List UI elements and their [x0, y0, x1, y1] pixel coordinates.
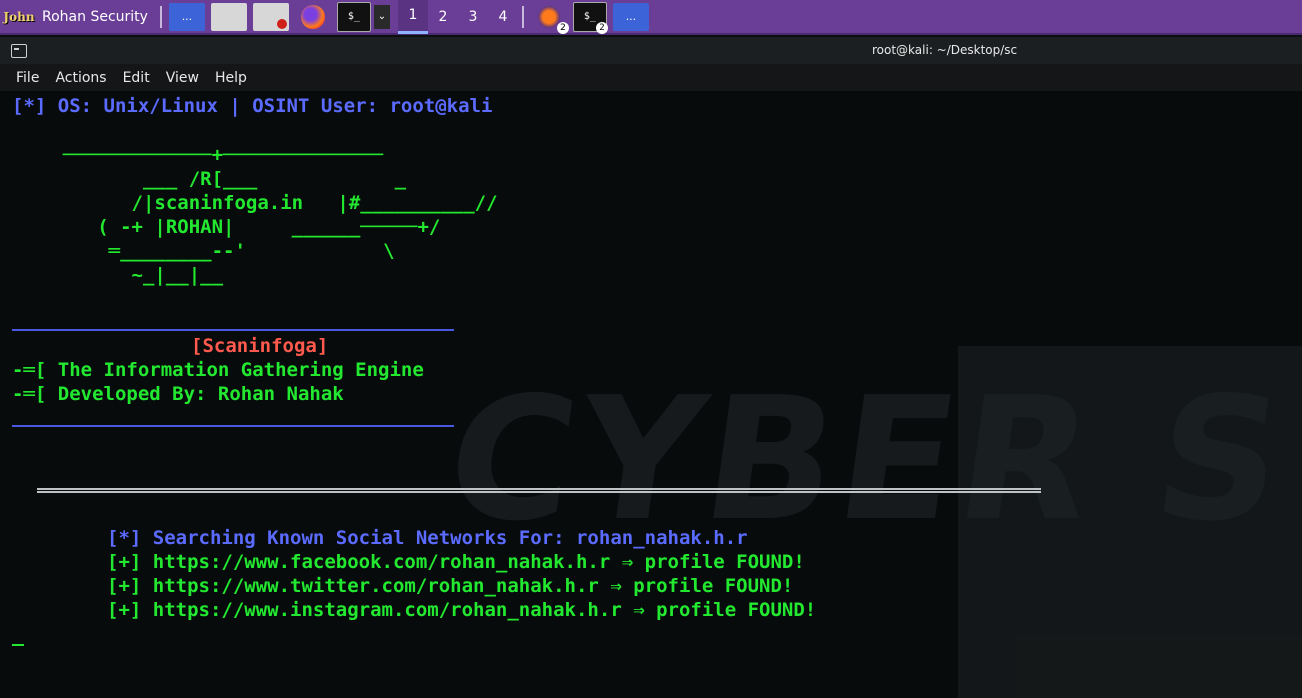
terminal-output[interactable]: CYBER S [*] OS: Unix/Linux | OSINT User:… [0, 91, 1302, 698]
task-window-button[interactable]: ... [612, 2, 649, 31]
taskbar-separator [159, 5, 162, 28]
show-desktop-label: ... [181, 10, 193, 23]
banner-title: [Scaninfoga] [191, 335, 329, 357]
window-titlebar[interactable]: root@kali: ~/Desktop/sc [0, 37, 1302, 65]
workspace-1[interactable]: 1 [397, 0, 428, 34]
menu-bar: File Actions Edit View Help [0, 64, 1302, 91]
firefox-icon[interactable] [295, 3, 331, 31]
background-window [958, 346, 1302, 698]
terminal-glyph: $_ [583, 11, 596, 22]
ascii-art-line: ═________--' \ [40, 240, 395, 262]
chevron-down-icon[interactable]: ⌄ [373, 4, 390, 29]
ascii-art-line: ~_|__|__ [40, 264, 224, 286]
task-count-badge: 2 [556, 21, 569, 34]
os-header-line: [*] OS: Unix/Linux | OSINT User: root@ka… [12, 95, 493, 117]
task-count-badge: 2 [595, 21, 608, 34]
banner-author: -═[ Developed By: Rohan Nahak [12, 383, 344, 405]
workspace-2[interactable]: 2 [428, 0, 458, 34]
result-line: [+] https://www.facebook.com/rohan_nahak… [107, 551, 805, 573]
ascii-art-line: /|scaninfoga.in |#__________// [40, 192, 498, 214]
banner-divider-bottom [12, 425, 454, 427]
ascii-art-line: ( -+ |ROHAN| ______─────+/ [40, 216, 441, 238]
workspace-4[interactable]: 4 [488, 0, 518, 34]
window-title: root@kali: ~/Desktop/sc [872, 43, 1018, 57]
taskbar: John Rohan Security ... $_ ⌄ 1 2 3 4 2 $… [0, 0, 1302, 35]
menu-view[interactable]: View [158, 70, 207, 86]
menu-help[interactable]: Help [207, 70, 255, 86]
taskbar-separator [521, 5, 524, 28]
ascii-art-line: ─────────────+────────────── [40, 144, 384, 166]
menu-actions[interactable]: Actions [47, 70, 114, 86]
terminal-launcher-icon[interactable]: $_ [336, 1, 371, 32]
menu-edit[interactable]: Edit [115, 70, 158, 86]
menu-file[interactable]: File [8, 70, 47, 86]
search-status-line: [*] Searching Known Social Networks For:… [107, 527, 748, 549]
terminal-cursor [12, 644, 24, 646]
task-burpsuite-icon[interactable]: 2 [531, 3, 569, 34]
john-logo-icon[interactable]: John [0, 0, 38, 34]
ascii-art-line: ___ /R[___ _ [40, 168, 407, 190]
banner-divider-top [12, 329, 454, 331]
result-line: [+] https://www.twitter.com/rohan_nahak.… [107, 575, 794, 597]
file-manager-icon[interactable] [210, 2, 247, 31]
show-desktop-button[interactable]: ... [168, 2, 205, 31]
taskbar-title: Rohan Security [42, 8, 148, 25]
workspace-3[interactable]: 3 [458, 0, 488, 34]
task-terminal-icon[interactable]: $_ 2 [572, 1, 608, 34]
terminal-glyph: $_ [347, 11, 360, 22]
task-window-label: ... [625, 10, 637, 23]
result-line: [+] https://www.instagram.com/rohan_naha… [107, 599, 817, 621]
text-editor-icon[interactable] [252, 2, 289, 31]
banner-tagline: -═[ The Information Gathering Engine [12, 359, 424, 381]
section-separator [37, 488, 1041, 493]
terminal-window-icon [11, 44, 27, 58]
